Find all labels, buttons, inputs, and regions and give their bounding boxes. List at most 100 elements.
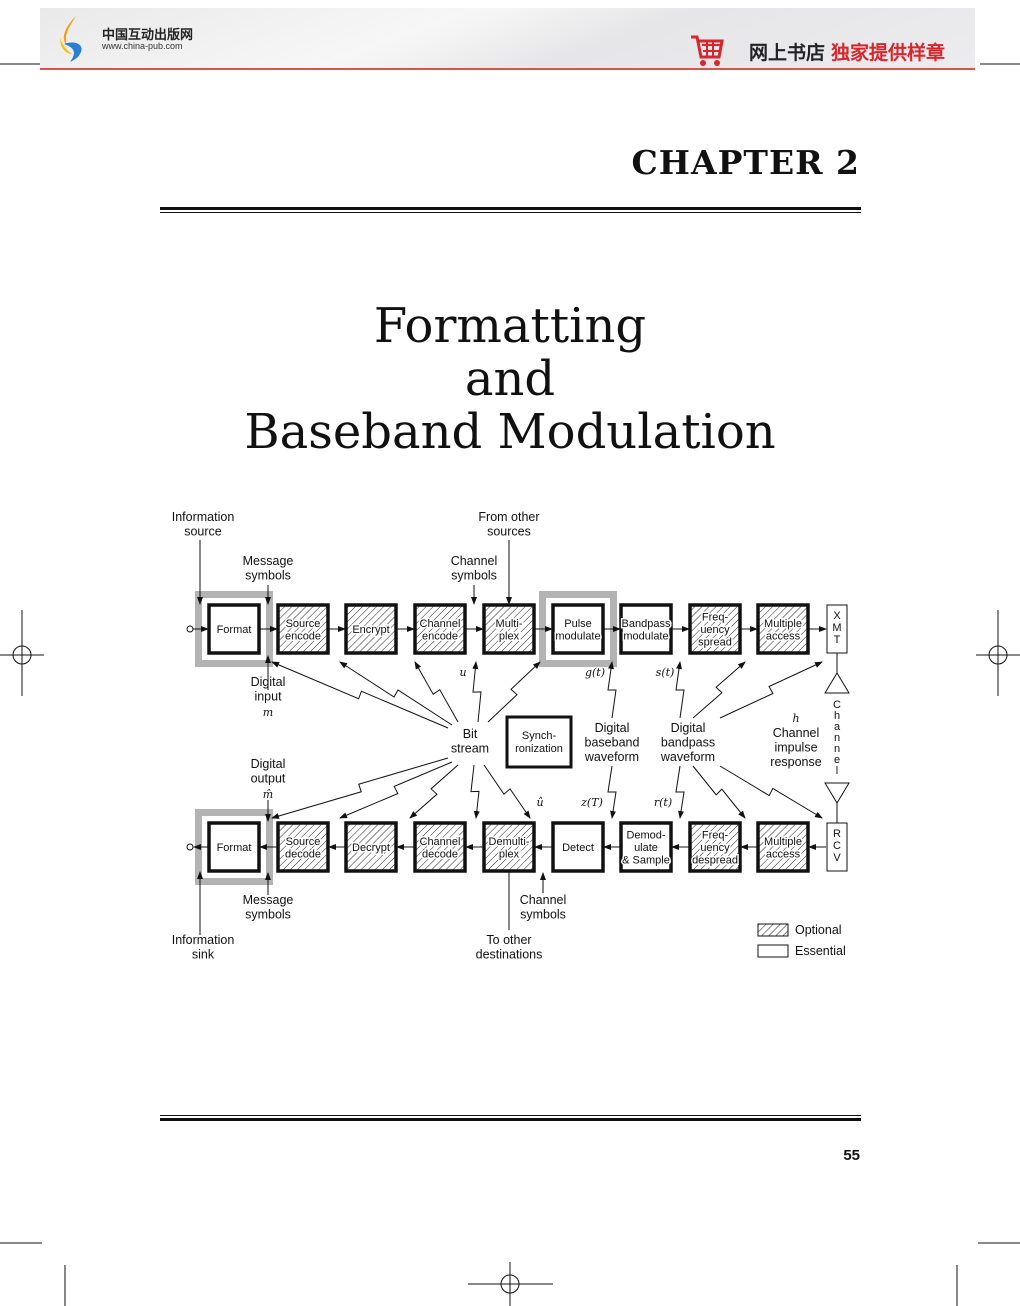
channel-impulse-label: response: [770, 755, 821, 769]
tx-block-label: Freq-: [702, 612, 729, 624]
digital-baseband-label: waveform: [584, 750, 639, 764]
digital-input-label: input: [254, 690, 282, 704]
tx-block-label: modulate: [555, 630, 600, 642]
digital-input-label: Digital: [251, 675, 286, 689]
bottom-rule-thin: [160, 1115, 861, 1116]
channel-impulse-label: impulse: [774, 741, 817, 755]
bit-stream-rx-arrow: [409, 764, 459, 819]
rx-block-label: Format: [217, 842, 252, 854]
rcv-label: V: [833, 852, 841, 864]
legend-essential-swatch: [757, 944, 789, 958]
rcv-label: C: [833, 840, 841, 852]
bit-stream-tx-arrow: [487, 661, 541, 723]
to-other-destinations-label: destinations: [476, 948, 543, 962]
tx-block-label: access: [766, 630, 801, 642]
bit-stream-tx-arrow: [414, 661, 459, 723]
rx-block-label: Freq-: [702, 830, 729, 842]
rx-block-label: uency: [700, 842, 730, 854]
si-label: s(t): [656, 666, 675, 679]
legend-essential-label: Essential: [795, 944, 846, 958]
tx-block-label: Pulse: [564, 618, 592, 630]
bottom-rule-thick: [160, 1118, 861, 1121]
bandpass-up-arrow: [675, 661, 685, 719]
bit-stream-label: stream: [451, 742, 489, 756]
digital-output-label: output: [251, 772, 286, 786]
tx-block-label: Multi-: [496, 618, 523, 630]
tx-block-label: uency: [700, 624, 730, 636]
rx-block-label: Demod-: [626, 830, 665, 842]
rx-block-label: ulate: [634, 842, 658, 854]
rx-block-label: access: [766, 848, 801, 860]
bit-stream-tx-arrow: [271, 661, 449, 729]
xmt-label: X: [833, 610, 841, 622]
tx-block-label: encode: [422, 630, 458, 642]
information-source-label: source: [184, 525, 222, 539]
gi-label: g(t): [585, 666, 605, 679]
information-source-label: Information: [172, 510, 235, 524]
xmt-label: M: [832, 622, 841, 634]
synchronization-label: ronization: [515, 743, 563, 755]
mhat-label: m̂: [263, 788, 273, 801]
xmt-label: T: [834, 634, 841, 646]
bit-stream-rx-arrow: [339, 761, 453, 819]
bit-stream-tx-arrow: [472, 661, 482, 723]
channel-symbols-label: symbols: [520, 908, 566, 922]
rx-block-label: decode: [422, 848, 458, 860]
rx-block-label: Demulti-: [489, 836, 530, 848]
rx-block-label: Multiple: [764, 836, 802, 848]
tx-block-label: Multiple: [764, 618, 802, 630]
tx-block-label: Encrypt: [352, 624, 389, 636]
rx-block-label: Channel: [420, 836, 461, 848]
message-symbols-label: symbols: [245, 908, 291, 922]
digital-communication-block-diagram: FormatSourceencodeEncryptChannelencodeMu…: [0, 63, 1020, 1306]
to-other-destinations-label: To other: [486, 933, 531, 947]
rx-block-label: despread: [692, 855, 738, 867]
rx-block-label: Source: [286, 836, 321, 848]
page-number: 55: [843, 1147, 860, 1164]
uhat-label: û: [536, 796, 543, 809]
input-terminal: [186, 625, 194, 633]
tx-block-label: Format: [217, 624, 252, 636]
legend-optional-swatch: [757, 923, 789, 937]
baseband-up-arrow: [607, 661, 617, 719]
message-symbols-label: Message: [243, 554, 294, 568]
rx-block-label: Detect: [562, 842, 594, 854]
digital-bandpass-label: Digital: [671, 721, 706, 735]
bit-stream-label: Bit: [463, 727, 478, 741]
tx-block-label: encode: [285, 630, 321, 642]
message-symbols-label: symbols: [245, 569, 291, 583]
bandpass-rcv-arrow: [719, 765, 823, 819]
tx-antenna-icon: [824, 653, 850, 694]
digital-baseband-label: Digital: [595, 721, 630, 735]
bandpass-despread-arrow: [692, 765, 746, 819]
digital-baseband-label: baseband: [585, 736, 640, 750]
channel-symbols-label: symbols: [451, 569, 497, 583]
bit-stream-rx-arrow: [483, 764, 531, 819]
rcv-label: R: [833, 828, 841, 840]
tx-block-label: Bandpass: [622, 618, 671, 630]
legend-optional-label: Optional: [795, 923, 842, 937]
channel-symbols-label: Channel: [520, 893, 567, 907]
digital-bandpass-label: bandpass: [661, 736, 715, 750]
zT-label: z(T): [580, 796, 603, 809]
tx-block-label: plex: [499, 630, 520, 642]
bit-stream-rx-arrow: [470, 764, 480, 819]
channel-letter: l: [836, 765, 838, 777]
from-other-sources-label: From other: [478, 510, 539, 524]
rx-block-label: & Sample: [622, 855, 670, 867]
rx-antenna-icon: [824, 782, 850, 823]
output-terminal: [186, 843, 194, 851]
digital-output-label: Digital: [251, 757, 286, 771]
tx-block-label: Source: [286, 618, 321, 630]
synchronization-block: [505, 715, 573, 769]
tx-block-label: Channel: [420, 618, 461, 630]
information-sink-label: Information: [172, 933, 235, 947]
rx-block-label: decode: [285, 848, 321, 860]
channel-symbols-label: Channel: [451, 554, 498, 568]
rt-label: r(t): [654, 796, 672, 809]
bit-stream-rx-arrow: [271, 757, 449, 819]
ui-label: u: [459, 666, 466, 679]
information-sink-label: sink: [192, 948, 215, 962]
baseband-down-arrow: [607, 765, 617, 819]
message-symbols-label: Message: [243, 893, 294, 907]
